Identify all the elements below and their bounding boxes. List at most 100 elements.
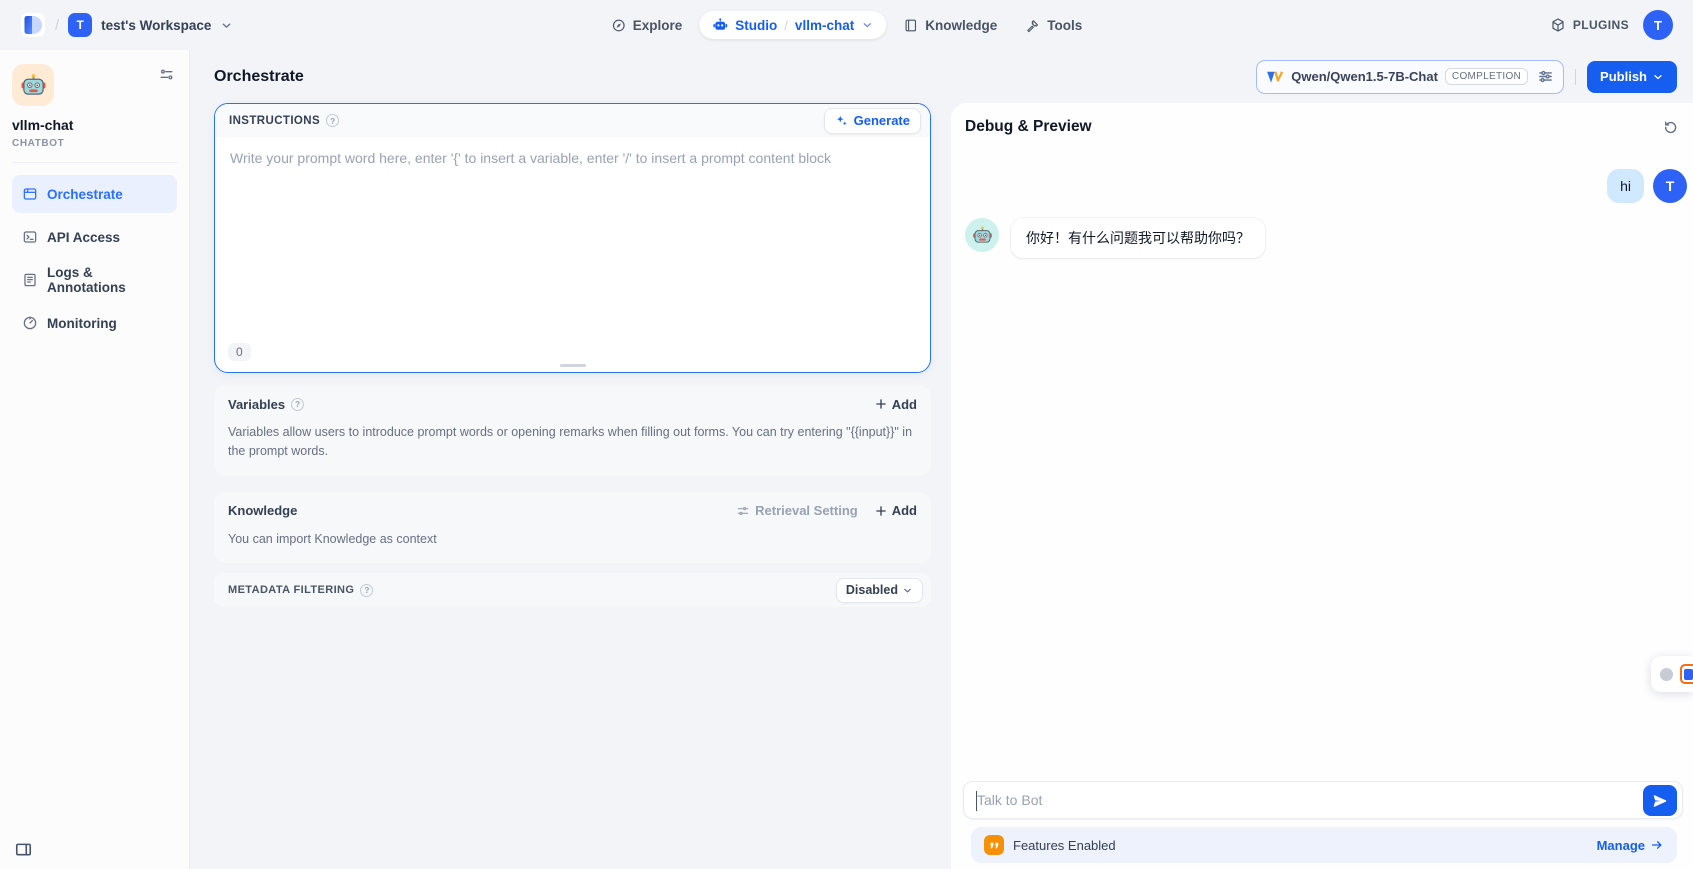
plugins-button[interactable]: PLUGINS: [1550, 17, 1629, 33]
prompt-editor[interactable]: Write your prompt word here, enter '{' t…: [215, 137, 930, 343]
add-label: Add: [892, 397, 917, 412]
metadata-filtering-value: Disabled: [846, 583, 898, 597]
sidebar-item-api-access[interactable]: API Access: [12, 218, 177, 256]
help-icon[interactable]: [326, 114, 339, 127]
chat-input-area: Features Enabled Manage: [951, 781, 1693, 869]
metadata-filtering-select[interactable]: Disabled: [836, 578, 923, 603]
plus-icon: [874, 504, 888, 518]
nav-knowledge[interactable]: Knowledge: [892, 11, 1008, 40]
chevron-down-icon[interactable]: [220, 19, 233, 32]
help-icon[interactable]: [360, 584, 373, 597]
model-params-icon[interactable]: [1537, 68, 1554, 85]
user-message-bubble: hi: [1607, 169, 1644, 203]
metadata-filtering-row: METADATA FILTERING Disabled: [214, 573, 931, 607]
generate-button[interactable]: Generate: [824, 108, 921, 134]
sidebar-item-monitoring[interactable]: Monitoring: [12, 304, 177, 342]
model-name: Qwen/Qwen1.5-7B-Chat: [1291, 69, 1438, 84]
chevron-down-icon[interactable]: [861, 19, 873, 31]
explore-icon: [611, 18, 626, 33]
sparkles-icon: [835, 114, 849, 128]
send-button[interactable]: [1643, 785, 1677, 816]
manage-features-link[interactable]: Manage: [1597, 838, 1664, 853]
robot-emoji-icon: [20, 72, 47, 99]
bot-avatar: [965, 218, 999, 252]
workspace-avatar[interactable]: T: [68, 13, 92, 37]
dify-logo[interactable]: [20, 12, 46, 38]
arrow-right-icon: [1650, 838, 1664, 852]
plus-icon: [874, 397, 888, 411]
header-right: PLUGINS T: [1550, 10, 1673, 40]
chat-input[interactable]: [964, 782, 1682, 818]
floating-extension-widget[interactable]: [1651, 656, 1693, 692]
nav-studio-label: Studio: [735, 18, 777, 33]
app-sidebar: vllm-chat CHATBOT Orchestrate API Access: [0, 50, 190, 869]
sidebar-item-orchestrate[interactable]: Orchestrate: [12, 175, 177, 213]
features-label: Features Enabled: [1013, 838, 1116, 853]
features-icon: [984, 835, 1004, 855]
publish-button[interactable]: Publish: [1587, 61, 1677, 93]
content-topbar: Orchestrate Qwen/Qwen1.5-7B-Chat COMPLET…: [190, 50, 1693, 103]
nav-explore[interactable]: Explore: [600, 11, 694, 40]
nav-tools[interactable]: Tools: [1014, 11, 1093, 40]
nav-studio[interactable]: Studio / vllm-chat: [699, 11, 886, 39]
nav-tools-label: Tools: [1047, 18, 1082, 33]
orchestrate-config: INSTRUCTIONS Generate Write y: [214, 103, 931, 869]
nav-explore-label: Explore: [633, 18, 683, 33]
instructions-panel: INSTRUCTIONS Generate Write y: [214, 103, 931, 373]
retrieval-setting-button[interactable]: Retrieval Setting: [736, 503, 858, 518]
variables-description: Variables allow users to introduce promp…: [214, 423, 931, 476]
resize-handle[interactable]: [560, 364, 586, 367]
add-knowledge-button[interactable]: Add: [874, 503, 917, 518]
studio-separator: /: [784, 18, 788, 33]
user-avatar: T: [1653, 169, 1687, 203]
app-type-badge: CHATBOT: [12, 138, 177, 149]
add-label: Add: [892, 503, 917, 518]
nav-studio-app: vllm-chat: [795, 18, 854, 33]
instructions-footer: 0: [215, 343, 930, 372]
sidebar-top: [12, 64, 177, 106]
top-header: / T test's Workspace Explore Studio / vl…: [0, 0, 1693, 50]
chat-input-container: [963, 781, 1683, 819]
help-icon[interactable]: [291, 398, 304, 411]
chat-history: hi T: [951, 136, 1693, 781]
add-variable-button[interactable]: Add: [874, 397, 917, 412]
user-avatar[interactable]: T: [1643, 10, 1673, 40]
app-avatar: [12, 64, 54, 106]
instructions-header: INSTRUCTIONS Generate: [215, 104, 930, 137]
sidebar-item-logs-annotations[interactable]: Logs & Annotations: [12, 261, 177, 299]
workspace-name[interactable]: test's Workspace: [101, 18, 211, 33]
vllm-logo-icon: [1266, 68, 1284, 86]
bot-message-bubble: 你好！有什么问题我可以帮助你吗？: [1011, 218, 1265, 258]
text-cursor: [976, 791, 977, 811]
knowledge-title: Knowledge: [228, 503, 297, 518]
variables-title: Variables: [228, 397, 285, 412]
features-bar: Features Enabled Manage: [971, 827, 1677, 863]
topbar-controls: Qwen/Qwen1.5-7B-Chat COMPLETION Publish: [1256, 60, 1677, 94]
main-area: Orchestrate Qwen/Qwen1.5-7B-Chat COMPLET…: [190, 50, 1693, 869]
variables-card: Variables Add Variables allow users to i…: [214, 385, 931, 476]
chat-message-user: hi T: [965, 169, 1687, 203]
robot-icon: [712, 17, 728, 33]
header-left: / T test's Workspace: [20, 12, 233, 38]
cube-icon: [1550, 17, 1566, 33]
manage-label: Manage: [1597, 838, 1645, 853]
model-selector[interactable]: Qwen/Qwen1.5-7B-Chat COMPLETION: [1256, 60, 1564, 94]
chevron-down-icon: [902, 585, 913, 596]
metadata-filtering-title: METADATA FILTERING: [228, 584, 354, 596]
sidebar-divider: [12, 162, 177, 163]
restart-conversation-icon[interactable]: [1662, 119, 1679, 136]
sidebar-item-label: Orchestrate: [47, 187, 123, 202]
app-settings-icon[interactable]: [156, 64, 177, 85]
hammer-icon: [1025, 18, 1040, 33]
main-nav: Explore Studio / vllm-chat Knowledge: [600, 0, 1093, 50]
sliders-icon: [736, 504, 750, 518]
publish-label: Publish: [1600, 69, 1647, 84]
chevron-down-icon: [1652, 71, 1664, 83]
variables-header: Variables Add: [214, 385, 931, 423]
terminal-icon: [22, 229, 38, 245]
robot-emoji-icon: [972, 225, 993, 246]
debug-title: Debug & Preview: [965, 118, 1092, 136]
collapse-sidebar-icon[interactable]: [14, 840, 33, 859]
knowledge-description: You can import Knowledge as context: [214, 530, 931, 563]
orchestrate-icon: [22, 186, 38, 202]
